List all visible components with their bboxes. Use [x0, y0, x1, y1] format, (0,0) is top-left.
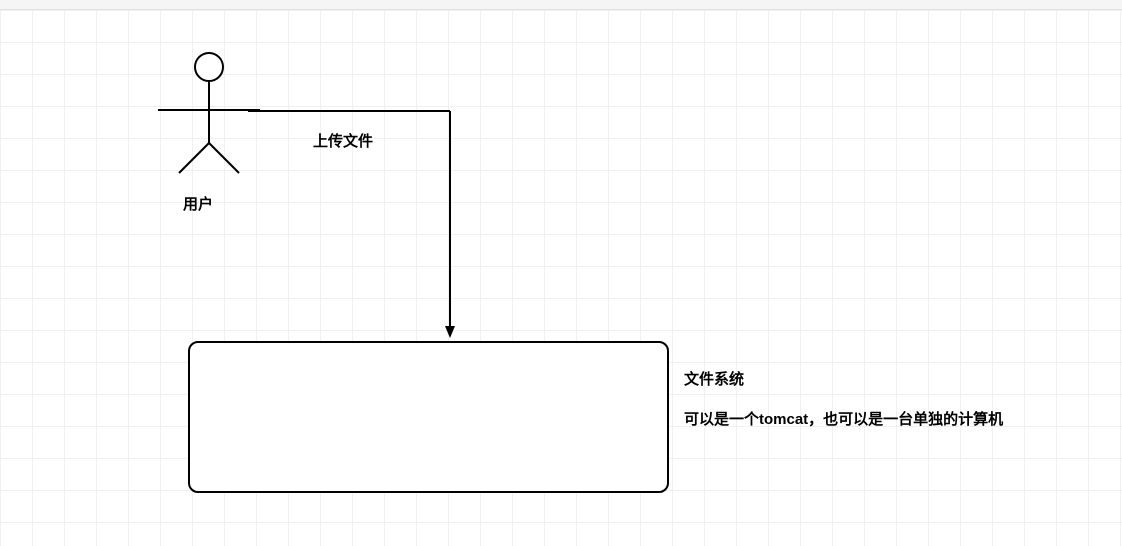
filesystem-description: 可以是一个tomcat，也可以是一台单独的计算机 [684, 408, 1003, 429]
filesystem-box[interactable] [188, 341, 669, 493]
toolbar-area [0, 0, 1122, 10]
filesystem-label: 文件系统 [684, 368, 744, 389]
diagram-canvas[interactable]: 用户 上传文件 文件系统 可以是一个tomcat，也可以是一台单独的计算机 [0, 0, 1122, 546]
upload-label: 上传文件 [313, 130, 373, 151]
user-label: 用户 [183, 193, 213, 214]
user-actor-icon [158, 53, 260, 173]
